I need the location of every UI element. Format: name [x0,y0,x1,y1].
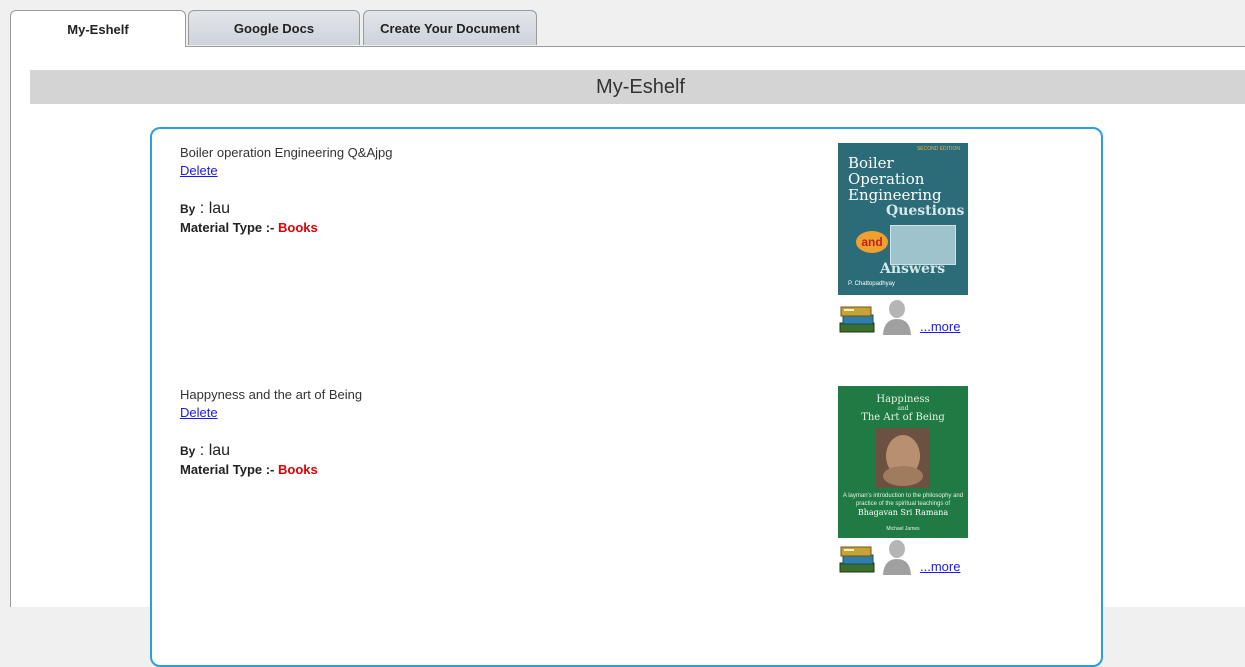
cover-title: Happiness and The Art of Being [838,386,968,424]
cover-and: and [856,231,888,253]
by-label: By [180,202,196,216]
material-type-value: Books [278,220,318,235]
books-icon[interactable] [838,305,878,335]
books-icon[interactable] [838,545,878,575]
user-icon[interactable] [882,299,912,335]
cover-title: Boiler Operation Engineering [838,143,968,203]
delete-link[interactable]: Delete [180,405,218,420]
tab-google-docs[interactable]: Google Docs [188,10,360,45]
tab-create-your-document[interactable]: Create Your Document [363,10,537,45]
by-separator: : [195,442,209,459]
cover-title-line: Engineering [848,186,942,204]
page-title: My-Eshelf [30,70,1245,104]
eshelf-card: Boiler operation Engineering Q&Ajpg Dele… [150,127,1103,667]
cover-questions: Questions [886,203,965,219]
delete-link[interactable]: Delete [180,163,218,178]
cover-name: Bhagavan Sri Ramana [857,508,949,517]
item-actions: ...more [838,299,978,339]
cover-portrait [876,428,930,488]
more-link[interactable]: ...more [920,319,960,334]
tab-bar: My-Eshelf Google Docs Create Your Docume… [10,10,1245,47]
by-label: By [180,444,196,458]
cover-edition: SECOND EDITION [916,146,960,152]
material-type-label: Material Type :- [180,462,279,477]
author-name: lau [208,200,231,217]
book-cover-image[interactable]: SECOND EDITION Boiler Operation Engineer… [838,143,968,295]
cover-subtitle: A layman's introduction to the philosoph… [842,493,964,507]
cover-photo [890,225,956,265]
material-type-label: Material Type :- [180,220,279,235]
cover-title-line: Boiler [848,154,894,172]
cover-author: P. Chattopadhyay [848,281,895,287]
cover-title-line: The Art of Being [861,412,945,423]
cover-title-line: Operation [848,170,925,188]
book-cover-image[interactable]: Happiness and The Art of Being A layman'… [838,386,968,538]
material-type-value: Books [278,462,318,477]
cover-author: Michael James [886,526,920,532]
more-link[interactable]: ...more [920,559,960,574]
item-actions: ...more [838,539,978,579]
author-name: lau [208,442,231,459]
tab-my-eshelf[interactable]: My-Eshelf [10,10,186,47]
user-icon[interactable] [882,539,912,575]
by-separator: : [195,200,209,217]
cover-answers: Answers [880,261,946,277]
tab-panel: My-Eshelf Boiler operation Engineering Q… [10,46,1245,667]
